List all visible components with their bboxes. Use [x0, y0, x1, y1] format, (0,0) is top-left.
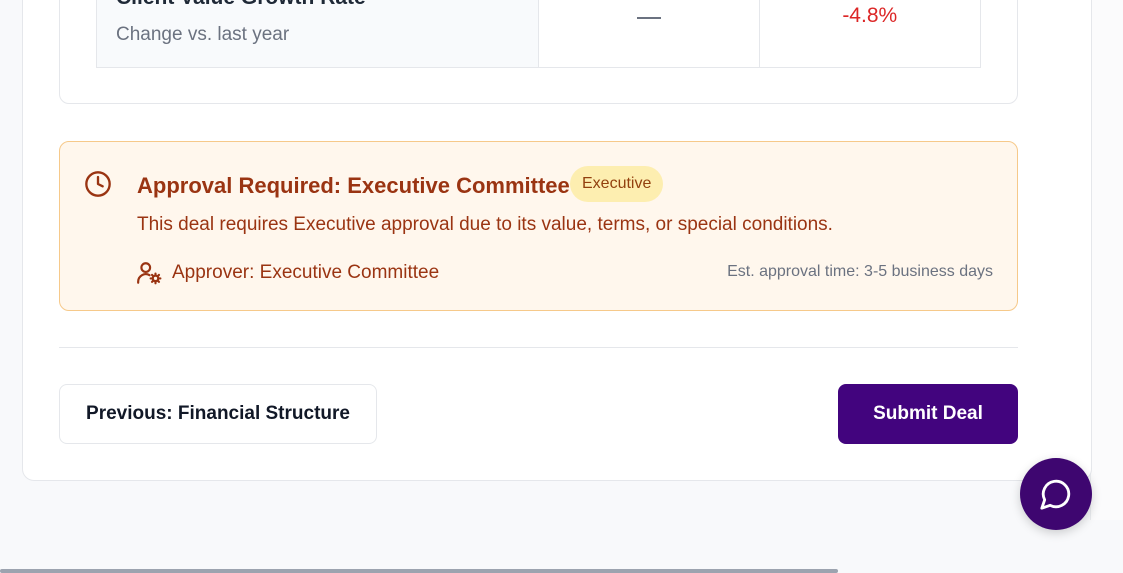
approval-level-badge: Executive [570, 166, 664, 202]
metric-name-cell: Client Value Growth Rate Change vs. last… [97, 0, 539, 67]
metric-change-cell: -4.8% [760, 0, 981, 67]
page: Client Value Growth Rate Change vs. last… [0, 0, 1123, 573]
no-value-dash [637, 17, 661, 19]
approval-notice: Approval Required: Executive Committee E… [59, 141, 1018, 311]
metric-subtitle: Change vs. last year [116, 24, 290, 45]
previous-step-button[interactable]: Previous: Financial Structure [59, 384, 377, 444]
metric-title: Client Value Growth Rate [116, 0, 366, 10]
horizontal-scrollbar[interactable] [0, 569, 838, 573]
right-panel-edge [1090, 0, 1123, 520]
approval-eta: Est. approval time: 3-5 business days [727, 263, 993, 280]
metric-change-value: -4.8% [842, 4, 898, 27]
user-gear-icon [137, 262, 162, 285]
metric-current-cell [539, 0, 760, 67]
chat-button[interactable] [1020, 458, 1092, 530]
submit-deal-button[interactable]: Submit Deal [838, 384, 1018, 444]
clock-icon [85, 171, 111, 197]
approval-title: Approval Required: Executive Committee [137, 173, 570, 198]
table-row: Client Value Growth Rate Change vs. last… [96, 0, 981, 68]
approval-description: This deal requires Executive approval du… [137, 214, 833, 235]
divider [59, 347, 1018, 348]
chat-bubble-icon [1040, 479, 1071, 510]
approver-label: Approver: Executive Committee [172, 262, 440, 283]
